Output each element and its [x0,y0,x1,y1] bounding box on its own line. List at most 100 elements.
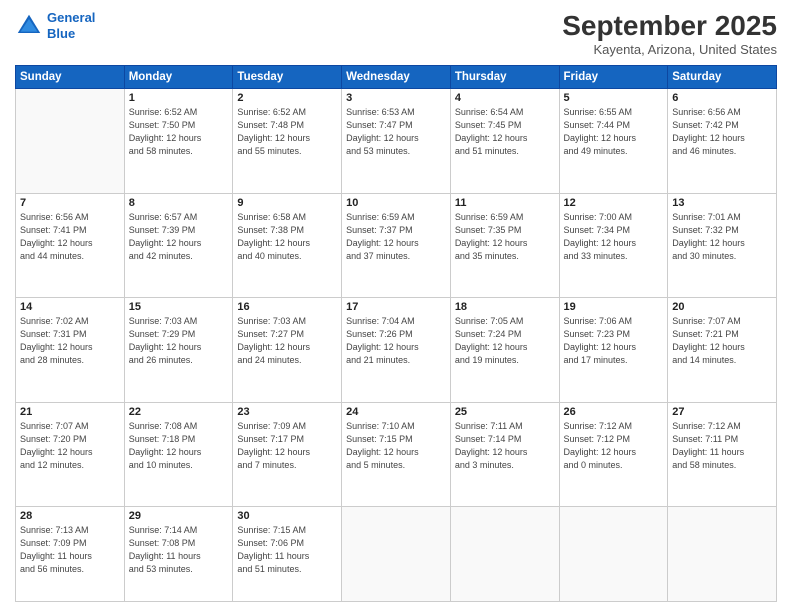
day-number: 10 [346,197,446,209]
day-info: Sunrise: 7:10 AM Sunset: 7:15 PM Dayligh… [346,420,446,472]
calendar-cell: 19Sunrise: 7:06 AM Sunset: 7:23 PM Dayli… [559,298,668,403]
day-info: Sunrise: 6:56 AM Sunset: 7:41 PM Dayligh… [20,211,120,263]
week-row-1: 1Sunrise: 6:52 AM Sunset: 7:50 PM Daylig… [16,89,777,194]
day-info: Sunrise: 6:54 AM Sunset: 7:45 PM Dayligh… [455,106,555,158]
weekday-header-thursday: Thursday [450,66,559,89]
day-number: 13 [672,197,772,209]
logo: General Blue [15,10,95,41]
day-info: Sunrise: 7:08 AM Sunset: 7:18 PM Dayligh… [129,420,229,472]
calendar-cell [450,507,559,602]
day-number: 16 [237,301,337,313]
day-number: 24 [346,406,446,418]
day-info: Sunrise: 6:52 AM Sunset: 7:50 PM Dayligh… [129,106,229,158]
day-number: 6 [672,92,772,104]
day-info: Sunrise: 7:06 AM Sunset: 7:23 PM Dayligh… [564,315,664,367]
day-info: Sunrise: 7:12 AM Sunset: 7:12 PM Dayligh… [564,420,664,472]
weekday-header-sunday: Sunday [16,66,125,89]
day-info: Sunrise: 7:01 AM Sunset: 7:32 PM Dayligh… [672,211,772,263]
calendar-cell: 11 Sunrise: 6:59 AM Sunset: 7:35 PM Dayli… [450,193,559,298]
day-info: Sunrise: 7:00 AM Sunset: 7:34 PM Dayligh… [564,211,664,263]
calendar-table: SundayMondayTuesdayWednesdayThursdayFrid… [15,65,777,602]
weekday-header-monday: Monday [124,66,233,89]
day-number: 17 [346,301,446,313]
day-number: 29 [129,510,229,522]
calendar-cell: 27 Sunrise: 7:12 AM Sunset: 7:11 PM Dayli… [668,402,777,507]
day-info: Sunrise: 7:04 AM Sunset: 7:26 PM Dayligh… [346,315,446,367]
calendar-cell: 2Sunrise: 6:52 AM Sunset: 7:48 PM Daylig… [233,89,342,194]
calendar-cell: 24 Sunrise: 7:10 AM Sunset: 7:15 PM Dayli… [342,402,451,507]
calendar-cell: 15 Sunrise: 7:03 AM Sunset: 7:29 PM Dayli… [124,298,233,403]
day-number: 4 [455,92,555,104]
header: General Blue September 2025 Kayenta, Ari… [15,10,777,57]
calendar-cell: 6Sunrise: 6:56 AM Sunset: 7:42 PM Daylig… [668,89,777,194]
calendar-cell: 20 Sunrise: 7:07 AM Sunset: 7:21 PM Dayli… [668,298,777,403]
calendar-cell [559,507,668,602]
calendar-cell: 16 Sunrise: 7:03 AM Sunset: 7:27 PM Dayli… [233,298,342,403]
day-info: Sunrise: 7:05 AM Sunset: 7:24 PM Dayligh… [455,315,555,367]
calendar-cell: 22 Sunrise: 7:08 AM Sunset: 7:18 PM Dayli… [124,402,233,507]
week-row-2: 7 Sunrise: 6:56 AM Sunset: 7:41 PM Daylig… [16,193,777,298]
day-info: Sunrise: 6:59 AM Sunset: 7:35 PM Dayligh… [455,211,555,263]
calendar-cell: 7 Sunrise: 6:56 AM Sunset: 7:41 PM Daylig… [16,193,125,298]
day-info: Sunrise: 7:13 AM Sunset: 7:09 PM Dayligh… [20,524,120,576]
page: General Blue September 2025 Kayenta, Ari… [0,0,792,612]
day-number: 22 [129,406,229,418]
day-number: 3 [346,92,446,104]
calendar-cell: 8Sunrise: 6:57 AM Sunset: 7:39 PM Daylig… [124,193,233,298]
day-number: 25 [455,406,555,418]
calendar-cell: 10Sunrise: 6:59 AM Sunset: 7:37 PM Dayli… [342,193,451,298]
calendar-cell: 4 Sunrise: 6:54 AM Sunset: 7:45 PM Daylig… [450,89,559,194]
week-row-5: 28 Sunrise: 7:13 AM Sunset: 7:09 PM Dayli… [16,507,777,602]
calendar-cell: 12 Sunrise: 7:00 AM Sunset: 7:34 PM Dayli… [559,193,668,298]
day-info: Sunrise: 7:12 AM Sunset: 7:11 PM Dayligh… [672,420,772,472]
day-info: Sunrise: 7:03 AM Sunset: 7:29 PM Dayligh… [129,315,229,367]
day-number: 7 [20,197,120,209]
calendar-cell [342,507,451,602]
day-number: 18 [455,301,555,313]
week-row-4: 21Sunrise: 7:07 AM Sunset: 7:20 PM Dayli… [16,402,777,507]
calendar-cell: 18 Sunrise: 7:05 AM Sunset: 7:24 PM Dayli… [450,298,559,403]
location: Kayenta, Arizona, United States [562,42,777,57]
calendar-cell: 14Sunrise: 7:02 AM Sunset: 7:31 PM Dayli… [16,298,125,403]
day-info: Sunrise: 7:09 AM Sunset: 7:17 PM Dayligh… [237,420,337,472]
logo-text: General Blue [47,10,95,41]
day-info: Sunrise: 7:14 AM Sunset: 7:08 PM Dayligh… [129,524,229,576]
calendar-cell [668,507,777,602]
day-info: Sunrise: 6:58 AM Sunset: 7:38 PM Dayligh… [237,211,337,263]
logo-icon [15,12,43,40]
day-number: 20 [672,301,772,313]
calendar-cell: 21Sunrise: 7:07 AM Sunset: 7:20 PM Dayli… [16,402,125,507]
day-number: 11 [455,197,555,209]
day-info: Sunrise: 7:07 AM Sunset: 7:21 PM Dayligh… [672,315,772,367]
day-info: Sunrise: 7:02 AM Sunset: 7:31 PM Dayligh… [20,315,120,367]
weekday-header-row: SundayMondayTuesdayWednesdayThursdayFrid… [16,66,777,89]
weekday-header-tuesday: Tuesday [233,66,342,89]
title-block: September 2025 Kayenta, Arizona, United … [562,10,777,57]
day-info: Sunrise: 6:52 AM Sunset: 7:48 PM Dayligh… [237,106,337,158]
calendar-cell: 13 Sunrise: 7:01 AM Sunset: 7:32 PM Dayli… [668,193,777,298]
weekday-header-saturday: Saturday [668,66,777,89]
calendar-cell: 1Sunrise: 6:52 AM Sunset: 7:50 PM Daylig… [124,89,233,194]
calendar-cell [16,89,125,194]
day-number: 12 [564,197,664,209]
calendar-cell: 29 Sunrise: 7:14 AM Sunset: 7:08 PM Dayli… [124,507,233,602]
day-number: 15 [129,301,229,313]
month-title: September 2025 [562,10,777,42]
calendar-cell: 25 Sunrise: 7:11 AM Sunset: 7:14 PM Dayli… [450,402,559,507]
day-number: 9 [237,197,337,209]
day-number: 28 [20,510,120,522]
day-info: Sunrise: 6:53 AM Sunset: 7:47 PM Dayligh… [346,106,446,158]
day-number: 27 [672,406,772,418]
day-number: 26 [564,406,664,418]
day-info: Sunrise: 7:11 AM Sunset: 7:14 PM Dayligh… [455,420,555,472]
calendar-cell: 17 Sunrise: 7:04 AM Sunset: 7:26 PM Dayli… [342,298,451,403]
calendar-cell: 30Sunrise: 7:15 AM Sunset: 7:06 PM Dayli… [233,507,342,602]
day-info: Sunrise: 6:55 AM Sunset: 7:44 PM Dayligh… [564,106,664,158]
day-number: 5 [564,92,664,104]
calendar-cell: 26 Sunrise: 7:12 AM Sunset: 7:12 PM Dayli… [559,402,668,507]
day-info: Sunrise: 7:03 AM Sunset: 7:27 PM Dayligh… [237,315,337,367]
weekday-header-wednesday: Wednesday [342,66,451,89]
calendar-cell: 9 Sunrise: 6:58 AM Sunset: 7:38 PM Daylig… [233,193,342,298]
day-number: 30 [237,510,337,522]
calendar-cell: 5 Sunrise: 6:55 AM Sunset: 7:44 PM Daylig… [559,89,668,194]
